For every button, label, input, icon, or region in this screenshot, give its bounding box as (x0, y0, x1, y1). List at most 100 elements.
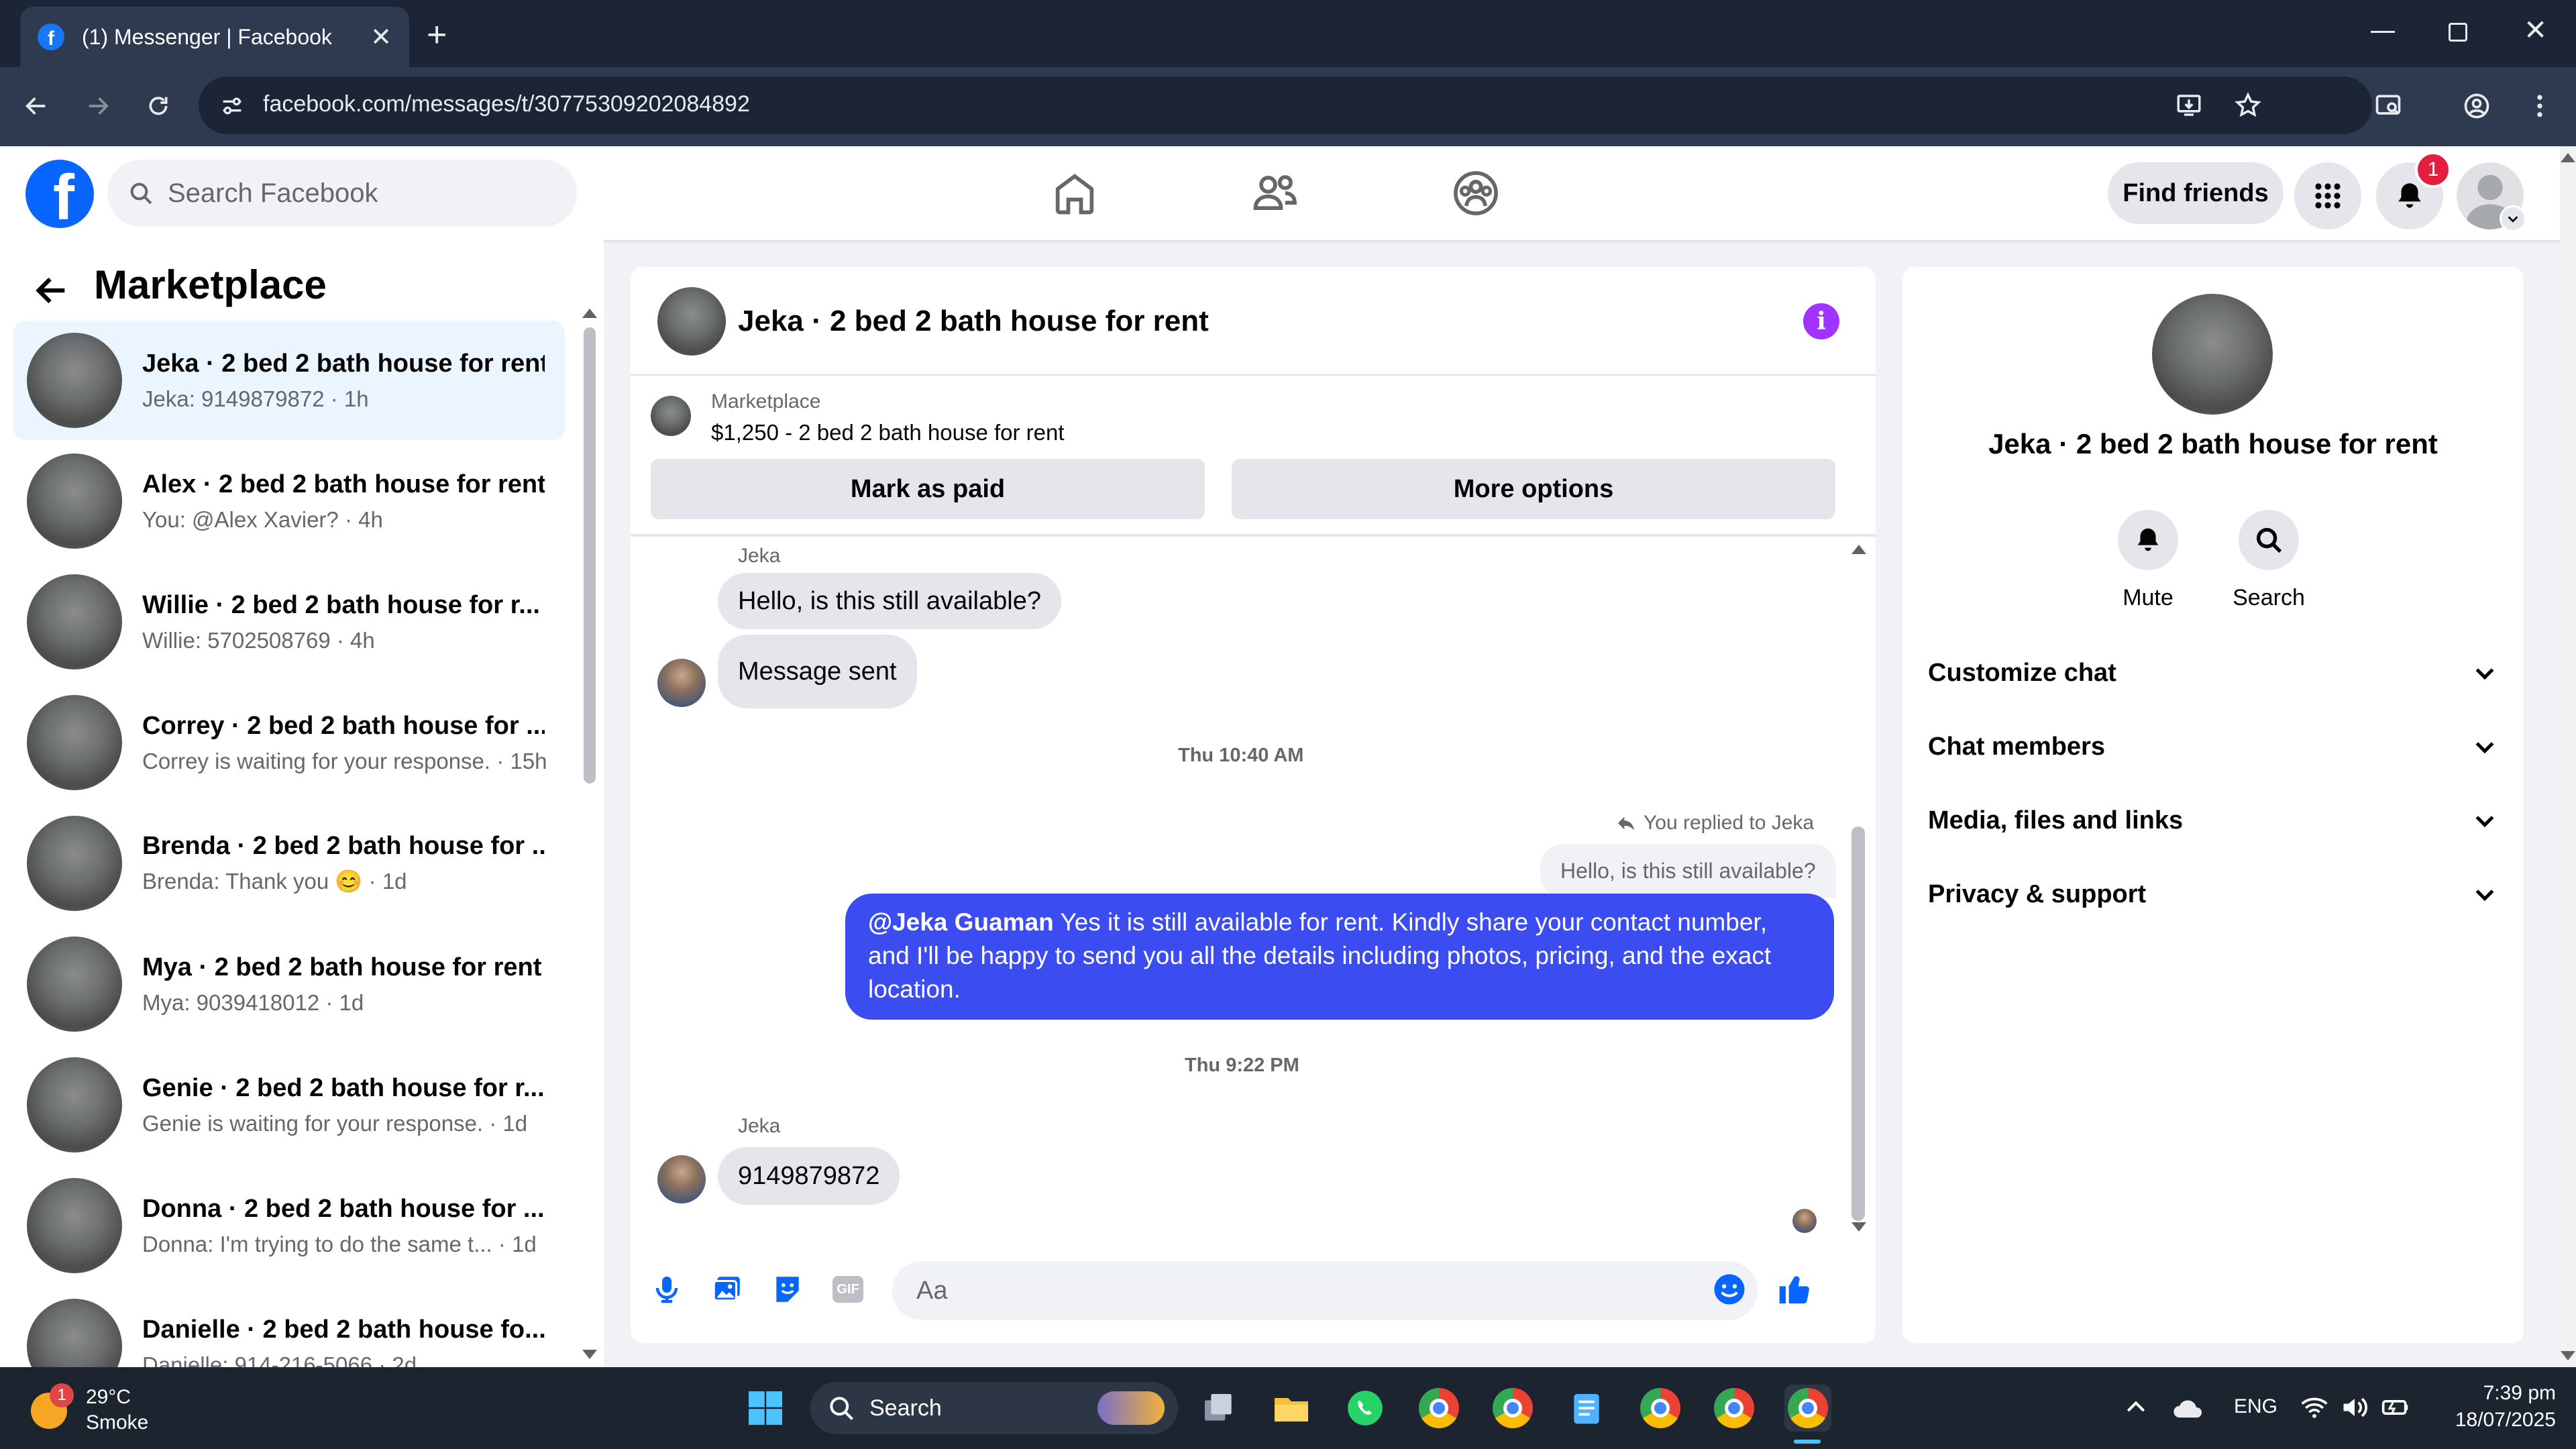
mention[interactable]: @Jeka Guaman (868, 908, 1054, 936)
clock-date[interactable]: 18/07/2025 (2415, 1409, 2556, 1432)
chat-title[interactable]: Jeka · 2 bed 2 bath house for rent (738, 305, 1209, 338)
restore-icon[interactable] (2449, 23, 2467, 42)
weather-widget[interactable]: 1 29°C Smoke (27, 1383, 161, 1434)
wifi-icon[interactable] (2300, 1393, 2329, 1422)
install-app-icon[interactable] (2175, 91, 2203, 119)
chat-members-section[interactable]: Chat members (1928, 716, 2498, 777)
media-files-links-section[interactable]: Media, files and links (1928, 790, 2498, 851)
back-icon[interactable] (16, 86, 56, 126)
details-avatar[interactable] (2152, 294, 2273, 415)
conversation-item[interactable]: Willie · 2 bed 2 bath house for r... Will… (13, 562, 565, 682)
notepad-icon[interactable] (1563, 1385, 1610, 1432)
conversation-item[interactable]: Correy · 2 bed 2 bath house for ... Corre… (13, 683, 565, 802)
bookmark-star-icon[interactable] (2234, 91, 2262, 119)
conversation-item[interactable]: Mya · 2 bed 2 bath house for rent Mya: 90… (13, 924, 565, 1044)
battery-icon[interactable] (2380, 1393, 2411, 1422)
home-icon[interactable] (1049, 168, 1100, 219)
more-options-button[interactable]: More options (1232, 459, 1835, 519)
sender-avatar[interactable] (657, 1155, 706, 1203)
language-indicator[interactable]: ENG (2234, 1395, 2277, 1418)
file-explorer-icon[interactable] (1268, 1385, 1315, 1432)
sticker-icon[interactable] (767, 1269, 808, 1309)
conversation-item[interactable]: Donna · 2 bed 2 bath house for ... Donna:… (13, 1166, 565, 1285)
message-input[interactable]: Aa (892, 1261, 1758, 1320)
facebook-search-input[interactable]: Search Facebook (107, 160, 577, 227)
incoming-message[interactable]: Hello, is this still available? (718, 573, 1061, 629)
windows-start-icon[interactable] (742, 1385, 789, 1432)
find-friends-button[interactable]: Find friends (2108, 162, 2284, 224)
chat-avatar[interactable] (657, 287, 726, 356)
browser-menu-icon[interactable] (2520, 86, 2560, 126)
conversation-item[interactable]: Brenda · 2 bed 2 bath house for ... Brend… (13, 804, 565, 923)
microphone-icon[interactable] (647, 1269, 687, 1309)
onedrive-cloud-icon[interactable] (2171, 1394, 2206, 1421)
conversation-item[interactable]: Jeka · 2 bed 2 bath house for rent Jeka: … (13, 321, 565, 440)
info-icon[interactable]: i (1803, 303, 1839, 339)
close-window-icon[interactable]: ✕ (2524, 13, 2547, 46)
sender-name: Jeka (738, 545, 781, 567)
conversation-preview: Danielle: 914-216-5066 · 2d (142, 1352, 417, 1368)
scroll-up-arrow-icon[interactable] (582, 309, 597, 318)
forward-icon[interactable] (78, 86, 118, 126)
incoming-message[interactable]: Message sent (718, 635, 917, 708)
friends-icon[interactable] (1249, 168, 1300, 219)
new-tab-icon[interactable]: + (427, 15, 447, 55)
chrome-profile-1-icon[interactable] (1415, 1385, 1462, 1432)
account-chevron-icon[interactable] (2500, 205, 2526, 232)
menu-grid-button[interactable] (2294, 162, 2361, 229)
minimize-icon[interactable] (2371, 31, 2395, 33)
seen-avatar (1792, 1209, 1817, 1233)
customize-chat-section[interactable]: Customize chat (1928, 643, 2498, 703)
profile-icon[interactable] (2457, 86, 2497, 126)
conversation-item[interactable]: Danielle · 2 bed 2 bath house fo... Danie… (13, 1287, 565, 1367)
page-scrollbar[interactable] (2560, 146, 2576, 1367)
listing-avatar (27, 453, 122, 549)
reload-icon[interactable] (138, 86, 178, 126)
chrome-profile-2-icon[interactable] (1489, 1385, 1536, 1432)
chevron-down-icon (2475, 816, 2494, 828)
incoming-message[interactable]: 9149879872 (718, 1147, 900, 1205)
photo-icon[interactable] (707, 1269, 747, 1309)
conversation-list-scrollbar[interactable] (584, 327, 596, 784)
conversation-item[interactable]: Genie · 2 bed 2 bath house for r... Genie… (13, 1045, 565, 1165)
scroll-down-arrow-icon[interactable] (582, 1350, 597, 1359)
mute-button[interactable]: Mute (2101, 510, 2195, 611)
chat-scroll-down-icon[interactable] (1851, 1222, 1866, 1232)
chrome-profile-3-icon[interactable] (1637, 1385, 1684, 1432)
back-arrow-icon[interactable] (32, 271, 71, 310)
listing-thumbnail[interactable] (651, 396, 691, 436)
site-info-icon[interactable] (219, 93, 246, 119)
gif-icon[interactable]: GIF (828, 1269, 868, 1309)
conversation-name: Correy · 2 bed 2 bath house for ... (142, 711, 545, 740)
address-bar[interactable]: facebook.com/messages/t/3077530920208489… (199, 76, 2372, 134)
page-scroll-up-icon[interactable] (2561, 153, 2575, 162)
chat-scroll-up-icon[interactable] (1851, 545, 1866, 554)
emoji-icon[interactable] (1709, 1269, 1750, 1309)
chat-scrollbar[interactable] (1851, 826, 1865, 1221)
clock-time[interactable]: 7:39 pm (2442, 1382, 2556, 1405)
taskbar-search[interactable]: Search (810, 1382, 1178, 1434)
task-view-icon[interactable] (1195, 1385, 1242, 1432)
privacy-support-section[interactable]: Privacy & support (1928, 864, 2498, 924)
chat-header: Jeka · 2 bed 2 bath house for rent i (631, 267, 1876, 376)
browser-tab[interactable]: f (1) Messenger | Facebook ✕ (20, 7, 409, 67)
tab-search-icon[interactable] (2368, 86, 2408, 126)
outgoing-message[interactable]: @Jeka Guaman Yes it is still available f… (845, 894, 1834, 1020)
thumbs-up-icon[interactable] (1775, 1269, 1815, 1309)
page-scroll-down-icon[interactable] (2561, 1351, 2575, 1360)
whatsapp-icon[interactable] (1342, 1385, 1389, 1432)
facebook-logo-icon[interactable]: f (25, 160, 94, 228)
show-hidden-icons-chevron-icon[interactable] (2123, 1394, 2149, 1421)
mark-as-paid-button[interactable]: Mark as paid (651, 459, 1205, 519)
listing-title[interactable]: $1,250 - 2 bed 2 bath house for rent (711, 420, 1065, 445)
groups-icon[interactable] (1450, 168, 1501, 219)
quoted-message[interactable]: Hello, is this still available? (1540, 844, 1836, 898)
close-tab-icon[interactable]: ✕ (370, 22, 392, 52)
search-conversation-button[interactable]: Search (2222, 510, 2316, 611)
chrome-active-icon[interactable] (1784, 1385, 1831, 1432)
volume-icon[interactable] (2340, 1393, 2369, 1422)
conversation-item[interactable]: Alex · 2 bed 2 bath house for rent You: @… (13, 441, 565, 561)
listing-avatar (27, 333, 122, 428)
chrome-profile-4-icon[interactable] (1711, 1385, 1758, 1432)
sender-avatar[interactable] (657, 659, 706, 707)
